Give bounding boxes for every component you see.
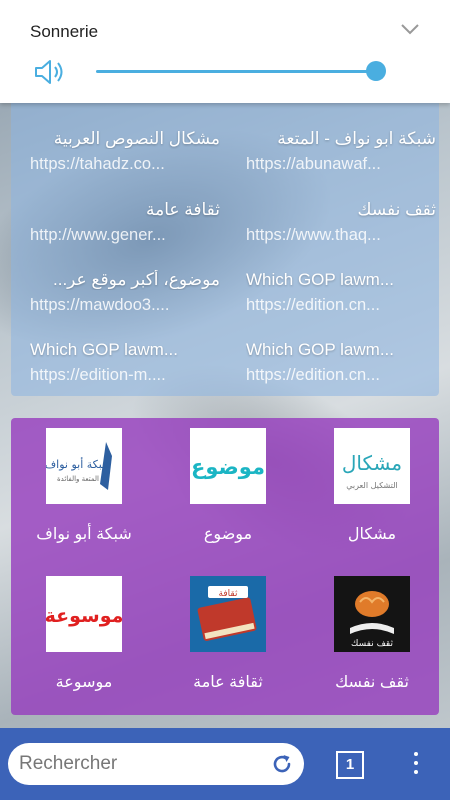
bookmark-url: https://mawdoo3.... — [30, 296, 170, 314]
bookmark-item[interactable]: شبكة ابو نواف - المتعة https://abunawaf.… — [246, 129, 436, 174]
bottom-bar: Rechercher 1 — [0, 728, 450, 800]
bookmark-url: http://www.gener... — [30, 226, 166, 244]
bookmark-title: ثقافة عامة — [145, 200, 220, 219]
app-label: شبكة أبو نواف — [36, 526, 132, 543]
svg-text:مشكال: مشكال — [342, 451, 402, 475]
bookmark-title: شبكة ابو نواف - المتعة — [277, 129, 436, 148]
chevron-down-icon[interactable] — [400, 22, 420, 36]
abunawaf-logo-icon: شبكة أبو نواف المتعة والفائدة — [46, 428, 122, 504]
bookmark-item[interactable]: Which GOP lawm... https://edition.cn... — [246, 340, 436, 385]
svg-text:ثقف نفسك: ثقف نفسك — [351, 639, 393, 649]
search-placeholder: Rechercher — [19, 753, 118, 774]
bookmark-url: https://abunawaf... — [246, 155, 381, 173]
bookmark-item[interactable]: ثقافة عامة http://www.gener... — [30, 200, 220, 245]
svg-text:ثقافة: ثقافة — [219, 589, 238, 599]
bookmark-url: https://edition-m.... — [30, 366, 166, 384]
app-label: ثقف نفسك — [335, 674, 409, 691]
svg-text:موسوعة: موسوعة — [46, 605, 122, 627]
bookmark-title: موضوع، أكبر موقع عر... — [53, 270, 220, 289]
volume-panel: Sonnerie — [0, 0, 450, 103]
bookmark-item[interactable]: Which GOP lawm... https://edition.cn... — [246, 270, 436, 315]
mishkal-logo-icon: مشكال التشكيل العربي — [334, 428, 410, 504]
search-input[interactable]: Rechercher — [8, 743, 304, 785]
svg-text:شبكة أبو نواف: شبكة أبو نواف — [46, 457, 111, 471]
bookmark-url: https://edition.cn... — [246, 366, 380, 384]
bookmark-title: Which GOP lawm... — [246, 270, 394, 289]
app-shortcut[interactable]: موسوعة موسوعة — [19, 576, 149, 692]
volume-panel-title: Sonnerie — [30, 22, 99, 41]
bookmark-item[interactable]: Which GOP lawm... https://edition-m.... — [30, 340, 220, 385]
app-label: مشكال — [347, 526, 397, 543]
bookmark-url: https://edition.cn... — [246, 296, 380, 314]
tabs-button[interactable]: 1 — [336, 751, 364, 779]
book-logo-icon: ثقافة — [190, 576, 266, 652]
mawdoo-logo-icon: موضوع — [190, 428, 266, 504]
app-label: ثقافة عامة — [193, 674, 263, 691]
volume-slider-track[interactable] — [96, 70, 376, 73]
bookmark-url: https://tahadz.co... — [30, 155, 165, 173]
bookmark-title: ثقف نفسك — [357, 200, 436, 219]
mawsoua-logo-icon: موسوعة — [46, 576, 122, 652]
app-label: موسوعة — [55, 674, 113, 691]
bookmark-item[interactable]: موضوع، أكبر موقع عر... https://mawdoo3..… — [30, 270, 220, 315]
bookmark-title: Which GOP lawm... — [246, 340, 394, 359]
refresh-icon[interactable] — [270, 752, 294, 776]
volume-slider-thumb[interactable] — [366, 61, 386, 81]
app-shortcut[interactable]: ثقافة ثقافة عامة — [163, 576, 293, 692]
app-shortcut[interactable]: ثقف نفسك ثقف نفسك — [307, 576, 437, 692]
app-shortcut[interactable]: شبكة أبو نواف المتعة والفائدة شبكة أبو ن… — [19, 428, 149, 544]
bookmark-title: مشكال النصوص العربية — [53, 129, 220, 148]
svg-text:المتعة والفائدة: المتعة والفائدة — [57, 475, 99, 483]
speaker-icon[interactable] — [32, 57, 66, 87]
brain-book-logo-icon: ثقف نفسك — [334, 576, 410, 652]
app-label: موضوع — [203, 526, 253, 543]
bookmarks-card: شبكة ابو نواف - المتعة https://abunawaf.… — [11, 103, 439, 396]
app-shortcut[interactable]: موضوع موضوع — [163, 428, 293, 544]
app-shortcut[interactable]: مشكال التشكيل العربي مشكال — [307, 428, 437, 544]
svg-text:التشكيل العربي: التشكيل العربي — [346, 481, 397, 490]
svg-text:موضوع: موضوع — [191, 455, 265, 479]
bookmark-title: Which GOP lawm... — [30, 340, 178, 359]
bookmark-url: https://www.thaq... — [246, 226, 381, 244]
bookmark-item[interactable]: مشكال النصوص العربية https://tahadz.co..… — [30, 129, 220, 174]
bookmark-item[interactable]: ثقف نفسك https://www.thaq... — [246, 200, 436, 245]
more-options-icon[interactable] — [412, 752, 420, 778]
apps-card: مشكال التشكيل العربي مشكال موضوع موضوع ش… — [11, 418, 439, 715]
